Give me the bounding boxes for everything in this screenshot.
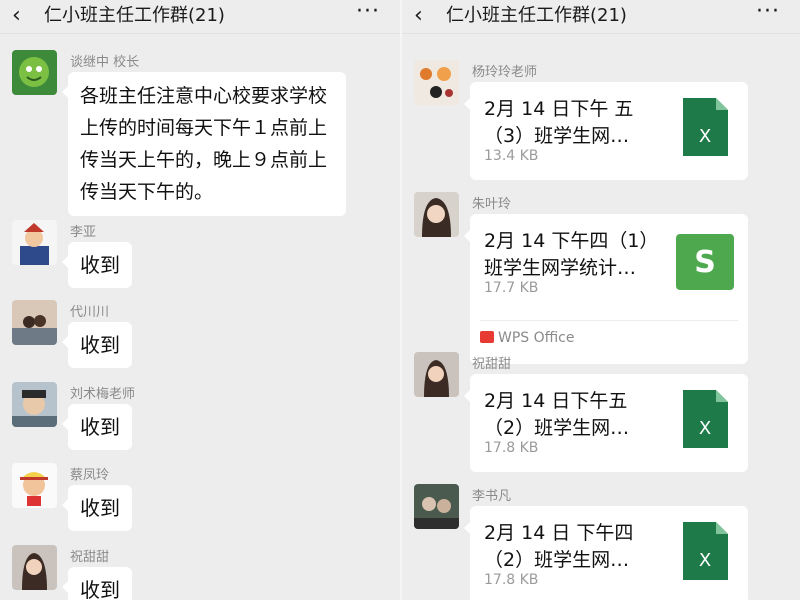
avatar[interactable] bbox=[414, 352, 459, 397]
file-size: 17.7 KB bbox=[484, 280, 539, 296]
file-card[interactable]: 2月 14 日下午 五（3）班学生网… 13.4 KB X bbox=[464, 82, 748, 180]
app-source-text: WPS Office bbox=[498, 330, 575, 346]
avatar[interactable] bbox=[12, 50, 57, 95]
sender-name: 蔡凤玲 bbox=[70, 468, 110, 483]
avatar[interactable] bbox=[414, 60, 459, 105]
file-name: 2月 14 日下午 五（3）班学生网… bbox=[484, 98, 634, 147]
more-icon[interactable]: ··· bbox=[756, 0, 780, 24]
message-bubble[interactable]: 收到 bbox=[62, 242, 132, 288]
avatar[interactable] bbox=[12, 220, 57, 265]
chat-header: ‹ 仁小班主任工作群(21) ··· bbox=[0, 0, 400, 34]
file-name: 2月 14 下午四（1）班学生网学统计… bbox=[484, 230, 659, 279]
file-card[interactable]: 2月 14 日下午五（2）班学生网… 17.8 KB X bbox=[464, 374, 748, 472]
sender-name: 祝甜甜 bbox=[472, 357, 512, 372]
file-card[interactable]: 2月 14 下午四（1）班学生网学统计… 17.7 KB S WPS Offic… bbox=[464, 214, 748, 364]
file-size: 13.4 KB bbox=[484, 148, 539, 164]
divider bbox=[480, 320, 738, 321]
wps-logo-icon bbox=[480, 331, 494, 343]
svg-text:X: X bbox=[699, 418, 711, 439]
message-bubble[interactable]: 收到 bbox=[62, 485, 132, 531]
excel-icon: X bbox=[683, 390, 728, 448]
excel-icon: X bbox=[683, 522, 728, 580]
file-size: 17.8 KB bbox=[484, 572, 539, 588]
sender-name: 李亚 bbox=[70, 225, 97, 240]
chat-header: ‹ 仁小班主任工作群(21) ··· bbox=[402, 0, 800, 34]
chat-title: 仁小班主任工作群(21) bbox=[446, 5, 627, 26]
sender-name: 祝甜甜 bbox=[70, 550, 110, 565]
back-icon[interactable]: ‹ bbox=[414, 3, 423, 29]
chat-title: 仁小班主任工作群(21) bbox=[44, 5, 225, 26]
svg-text:X: X bbox=[699, 126, 711, 147]
sender-name: 李书凡 bbox=[472, 489, 512, 504]
right-chat-panel: ‹ 仁小班主任工作群(21) ··· 杨玲玲老师 2月 14 日下午 五（3）班… bbox=[400, 0, 800, 600]
avatar[interactable] bbox=[414, 192, 459, 237]
message-bubble[interactable]: 各班主任注意中心校要求学校上传的时间每天下午１点前上传当天上午的，晚上９点前上传… bbox=[62, 72, 346, 216]
back-icon[interactable]: ‹ bbox=[12, 3, 21, 29]
message-bubble[interactable]: 收到 bbox=[62, 567, 132, 600]
file-name: 2月 14 日下午五（2）班学生网… bbox=[484, 390, 630, 439]
left-chat-panel: ‹ 仁小班主任工作群(21) ··· 谈继中 校长 各班主任注意中心校要求学校上… bbox=[0, 0, 400, 600]
sender-name: 杨玲玲老师 bbox=[472, 65, 538, 80]
wps-spreadsheet-icon: S bbox=[676, 234, 734, 290]
svg-text:S: S bbox=[694, 245, 716, 280]
excel-icon: X bbox=[683, 98, 728, 156]
sender-name: 朱叶玲 bbox=[472, 197, 512, 212]
sender-name: 代川川 bbox=[70, 305, 110, 320]
avatar[interactable] bbox=[12, 300, 57, 345]
avatar[interactable] bbox=[12, 382, 57, 427]
avatar[interactable] bbox=[12, 463, 57, 508]
more-icon[interactable]: ··· bbox=[356, 0, 380, 24]
file-name: 2月 14 日 下午四（2）班学生网… bbox=[484, 522, 634, 571]
file-card[interactable]: 2月 14 日 下午四（2）班学生网… 17.8 KB X bbox=[464, 506, 748, 600]
sender-name: 刘术梅老师 bbox=[70, 387, 136, 402]
svg-text:X: X bbox=[699, 550, 711, 571]
avatar[interactable] bbox=[414, 484, 459, 529]
message-bubble[interactable]: 收到 bbox=[62, 404, 132, 450]
app-source-label: WPS Office bbox=[480, 330, 575, 346]
sender-name: 谈继中 校长 bbox=[70, 55, 140, 70]
file-size: 17.8 KB bbox=[484, 440, 539, 456]
avatar[interactable] bbox=[12, 545, 57, 590]
message-bubble[interactable]: 收到 bbox=[62, 322, 132, 368]
